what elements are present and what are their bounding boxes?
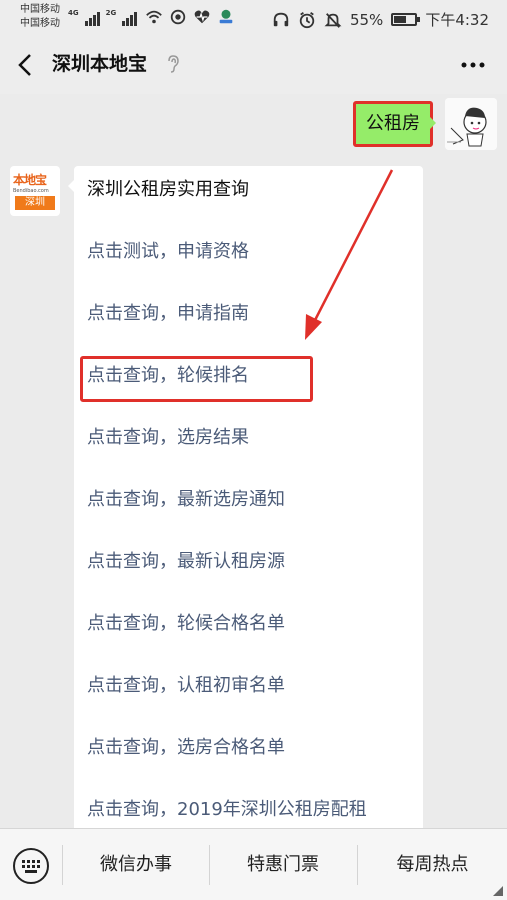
menu-discount-tickets[interactable]: 特惠门票: [210, 829, 356, 900]
sync-icon: [171, 9, 186, 25]
signal-icon-2: [122, 10, 138, 26]
battery-percent: 55%: [349, 10, 384, 29]
link-latest-housing-source[interactable]: 点击查询，最新认租房源: [87, 548, 285, 576]
bot-avatar-domain: Bendibao.com: [13, 188, 49, 194]
bot-avatar[interactable]: 本地宝 Bendibao.com 深圳: [10, 166, 60, 216]
more-options-icon[interactable]: [459, 55, 487, 75]
carrier-2: 中国移动: [20, 18, 60, 29]
bottom-menu-bar: 微信办事 特惠门票 每周热点: [0, 828, 507, 900]
back-arrow-icon[interactable]: [14, 50, 38, 80]
highlight-box: [80, 356, 313, 402]
menu-wechat-services[interactable]: 微信办事: [63, 829, 209, 900]
headphones-icon: [273, 12, 289, 26]
link-selection-qualified-list[interactable]: 点击查询，选房合格名单: [87, 734, 285, 762]
outgoing-message-bubble[interactable]: 公租房: [353, 101, 436, 147]
corner-handle-icon: [493, 886, 503, 896]
user-avatar[interactable]: [445, 98, 497, 150]
link-2019-allocation[interactable]: 点击查询，2019年深圳公租房配租: [87, 796, 367, 824]
ear-icon: [168, 55, 179, 73]
navbar: 深圳本地宝: [0, 36, 507, 94]
health-icon: [194, 10, 210, 24]
chat-area[interactable]: 公租房 本地宝 Bendibao.com 深圳 深圳公租房实用查询 点击测试，申…: [0, 94, 507, 866]
mute-icon: [324, 12, 342, 28]
status-bar: 中国移动 中国移动 4G 2G 55% 下午4:32: [0, 0, 507, 36]
link-housing-result[interactable]: 点击查询，选房结果: [87, 424, 249, 452]
clock: 下午4:32: [425, 11, 489, 29]
link-apply-guide[interactable]: 点击查询，申请指南: [87, 300, 249, 328]
network-type-1: 4G: [68, 9, 79, 17]
link-initial-review-list[interactable]: 点击查询，认租初审名单: [87, 672, 285, 700]
chat-title: 深圳本地宝: [52, 53, 148, 75]
alarm-icon: [299, 11, 315, 28]
incoming-message-bubble: 深圳公租房实用查询 点击测试，申请资格 点击查询，申请指南 点击查询，轮候排名 …: [74, 166, 423, 866]
signal-icon: [84, 10, 100, 26]
bot-avatar-city: 深圳: [15, 196, 55, 210]
message-title: 深圳公租房实用查询: [87, 179, 249, 200]
network-type-2: 2G: [105, 9, 117, 17]
wifi-icon: [146, 10, 163, 24]
cartoon-avatar-icon: [445, 98, 497, 150]
menu-weekly-hot[interactable]: 每周热点: [358, 829, 507, 900]
carrier-1: 中国移动: [20, 4, 60, 15]
link-queue-qualified-list[interactable]: 点击查询，轮候合格名单: [87, 610, 285, 638]
app-icon: [219, 9, 233, 24]
link-apply-qualification[interactable]: 点击测试，申请资格: [87, 238, 249, 266]
bot-avatar-logo-text: 本地宝: [13, 173, 47, 187]
battery-icon: [391, 13, 421, 26]
link-latest-selection-notice[interactable]: 点击查询，最新选房通知: [87, 486, 285, 514]
keyboard-icon[interactable]: [12, 847, 50, 885]
incoming-bubble-tail: [62, 180, 74, 192]
